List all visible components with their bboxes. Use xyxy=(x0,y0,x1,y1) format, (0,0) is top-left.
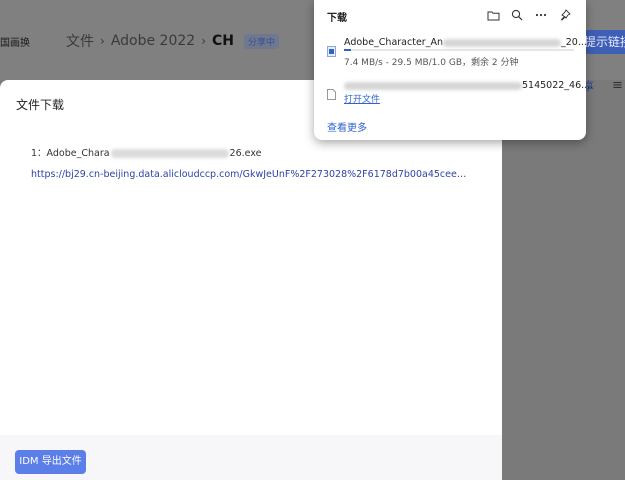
dialog-title: 文件下载 xyxy=(16,98,65,112)
breadcrumb-separator: › xyxy=(100,34,105,48)
download-url-link[interactable]: https://bj29.cn-beijing.data.alicloudccp… xyxy=(31,169,471,180)
breadcrumb: 文件 › Adobe 2022 › CH 分享中 xyxy=(66,31,280,51)
pin-icon[interactable] xyxy=(556,6,574,24)
folder-icon[interactable] xyxy=(484,6,502,24)
file-download-dialog: 文件下载 1：Adobe_Chara 26.exe https://bj29.cn… xyxy=(0,80,502,480)
redacted-text xyxy=(442,38,561,47)
open-file-link[interactable]: 打开文件 xyxy=(344,92,380,105)
idm-export-button[interactable]: IDM 导出文件 xyxy=(15,450,86,474)
breadcrumb-parent[interactable]: Adobe 2022 xyxy=(111,33,195,49)
redacted-text xyxy=(344,81,522,90)
redacted-text xyxy=(110,149,229,158)
share-status-badge: 分享中 xyxy=(244,33,280,49)
background-action-button-label: 提示链接 xyxy=(584,35,625,49)
background-right-panel xyxy=(502,80,625,480)
download-progress-fill xyxy=(344,49,351,51)
download-status: 7.4 MB/s - 29.5 MB/1.0 GB，剩余 2 分钟 xyxy=(344,58,519,68)
file-name-line: 1：Adobe_Chara 26.exe xyxy=(31,145,262,159)
download-file-name-prefix: Adobe_Character_An xyxy=(344,37,443,48)
file-name-suffix: 26.exe xyxy=(229,148,262,159)
file-icon xyxy=(327,42,336,57)
file-name-prefix: 1：Adobe_Chara xyxy=(31,148,110,159)
menu-icon[interactable]: ≡ xyxy=(612,78,623,93)
file-icon xyxy=(327,85,336,100)
see-more-link[interactable]: 查看更多 xyxy=(327,119,367,134)
more-options-icon[interactable] xyxy=(532,6,550,24)
breadcrumb-separator: › xyxy=(201,34,206,48)
download-file-name-suffix: _20... xyxy=(560,37,587,48)
download-file-name: 5145022_46.... xyxy=(344,80,593,91)
downloads-panel: 下载 Adobe_Character_An _20... 7.4 MB/s - 2… xyxy=(314,0,593,140)
download-file-name: Adobe_Character_An _20... xyxy=(344,37,587,48)
breadcrumb-root[interactable]: 文件 xyxy=(66,31,94,51)
downloads-title: 下载 xyxy=(327,13,347,24)
download-progress-bar xyxy=(344,49,574,51)
background-left-text: 国画换 xyxy=(0,38,30,49)
breadcrumb-current: CH xyxy=(212,33,234,49)
search-icon[interactable] xyxy=(508,6,526,24)
background-action-button[interactable]: 提示链接 xyxy=(584,30,625,54)
download-file-name-suffix: 5145022_46.... xyxy=(522,80,594,91)
